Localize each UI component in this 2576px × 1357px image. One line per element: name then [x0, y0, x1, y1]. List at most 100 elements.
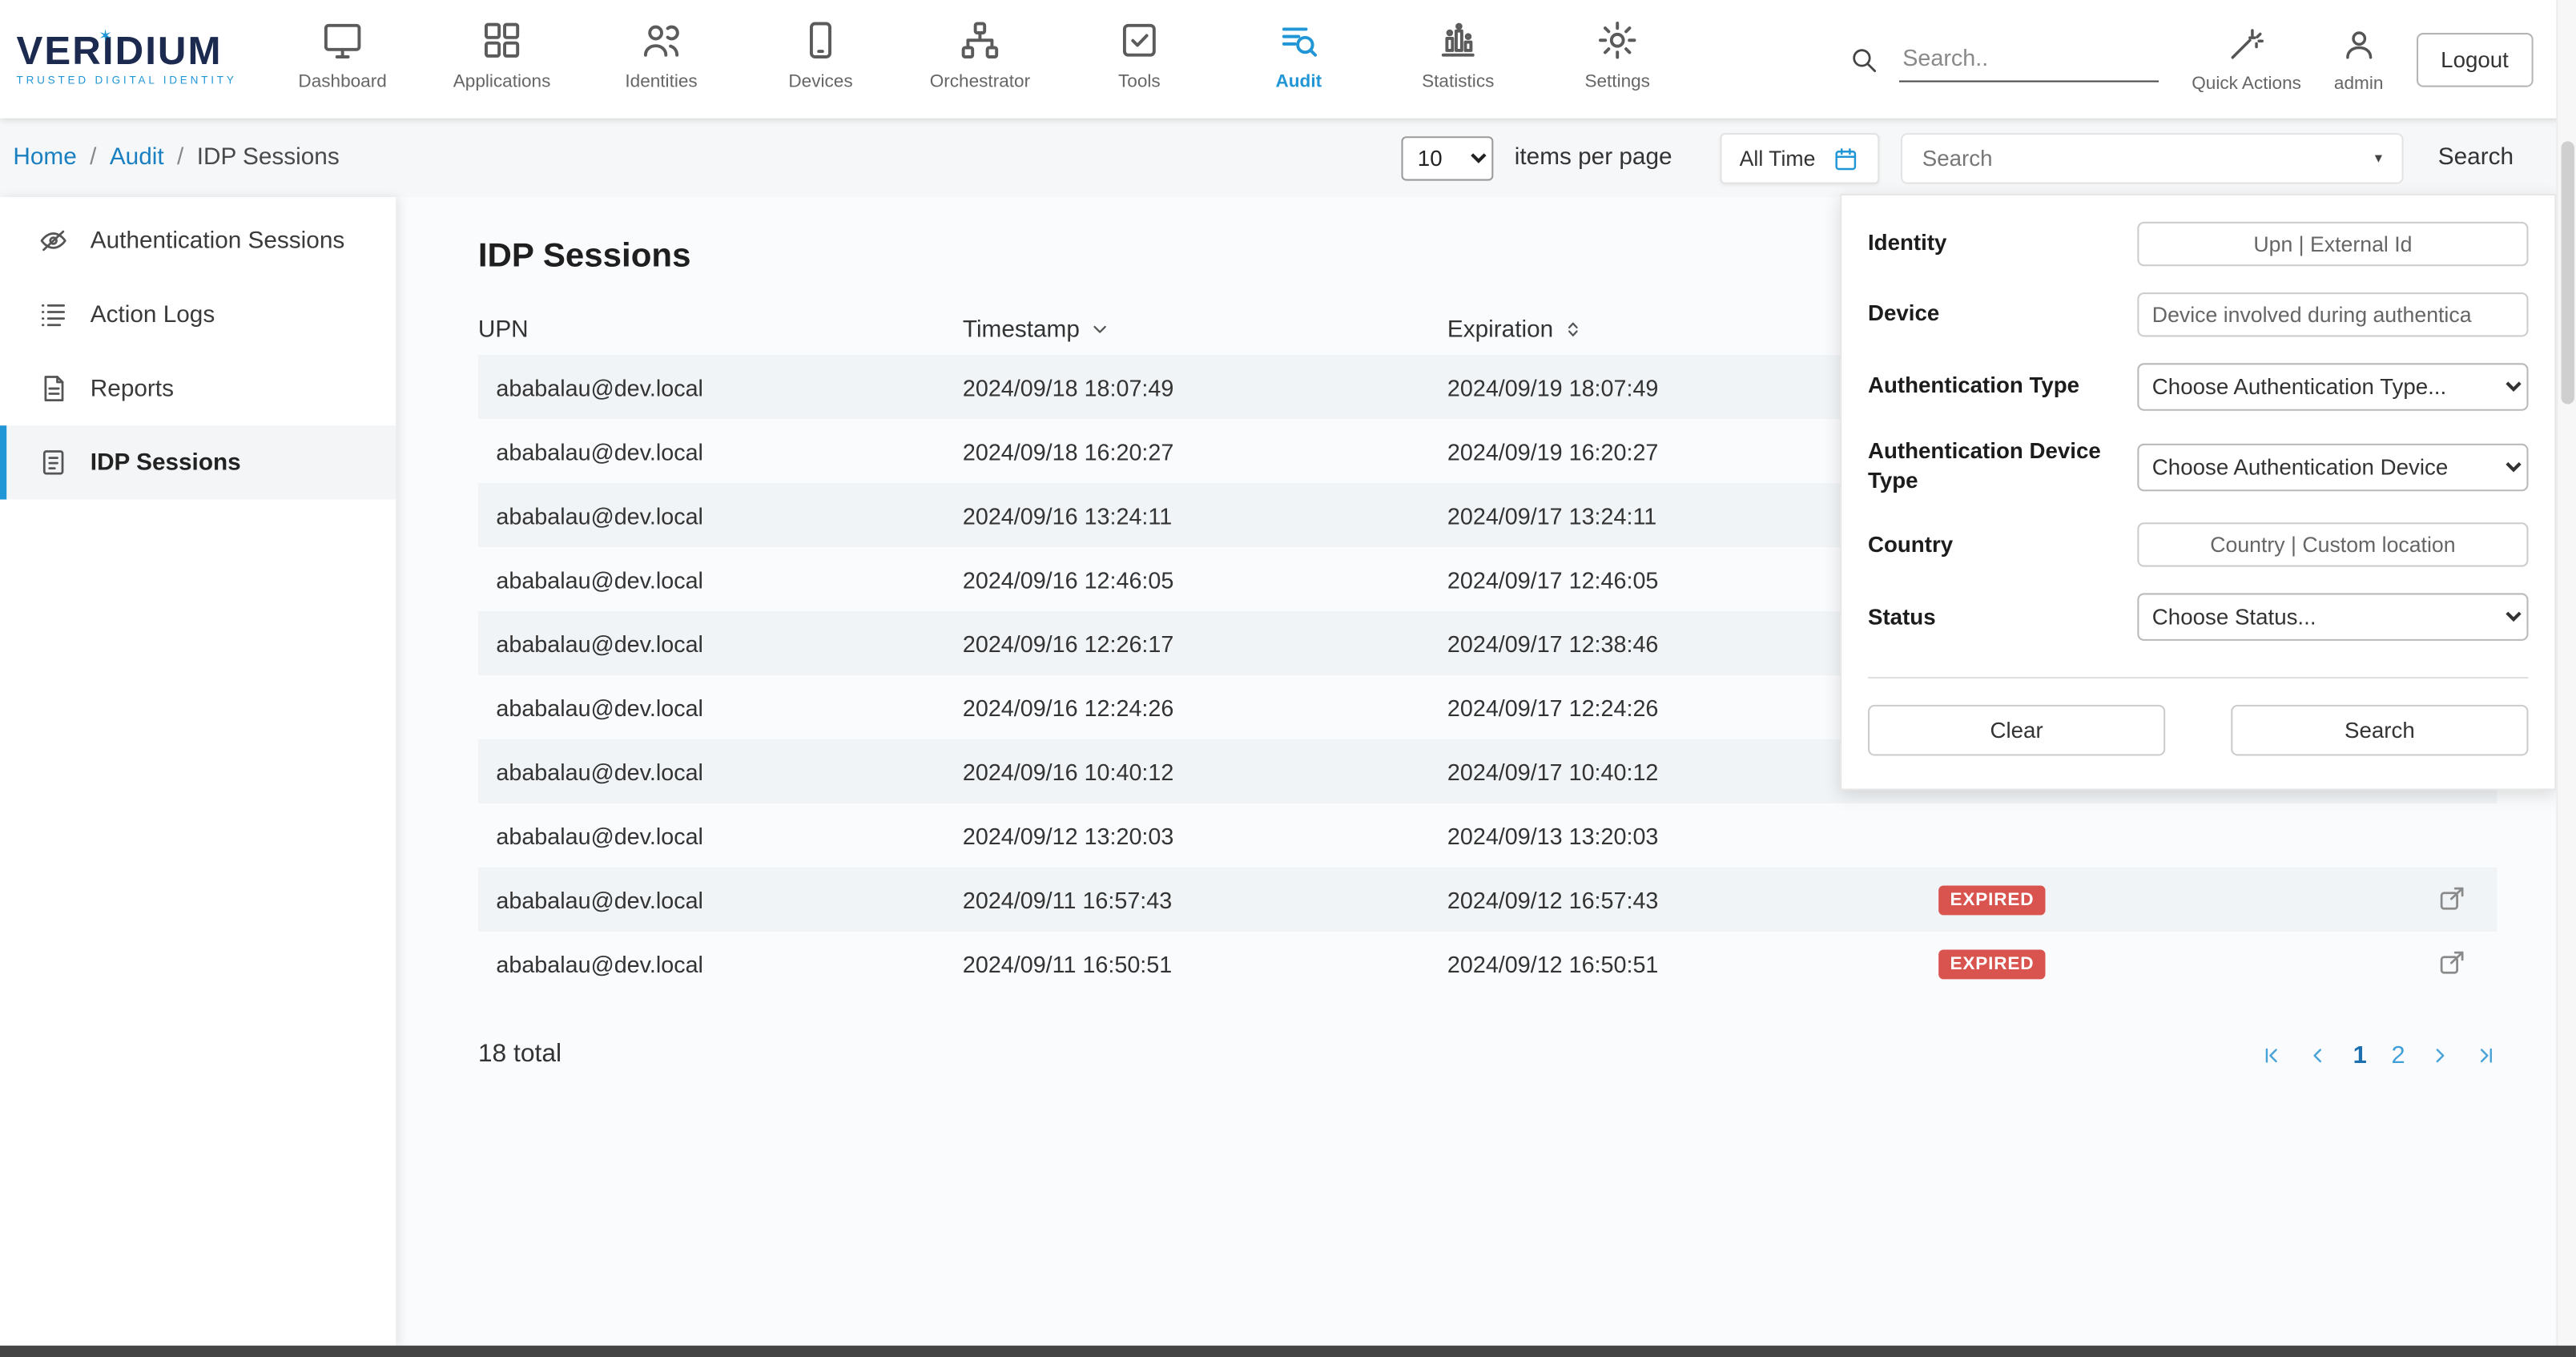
scrollbar-thumb[interactable] [2562, 141, 2574, 404]
cell-timestamp: 2024/09/18 16:20:27 [963, 438, 1447, 465]
user-icon [2339, 25, 2378, 64]
brand-tagline: TRUSTED DIGITAL IDENTITY [17, 74, 264, 86]
nav-item-orchestrator[interactable]: Orchestrator [900, 0, 1060, 119]
nav-label-identities: Identities [625, 72, 697, 92]
authentication-device-type-select[interactable]: Choose Authentication Device [2137, 443, 2528, 490]
calendar-icon [1832, 143, 1860, 171]
cell-upn: ababalau@dev.local [478, 823, 963, 849]
authentication-type-select[interactable]: Choose Authentication Type... [2137, 363, 2528, 410]
identity-label: Identity [1868, 229, 2127, 259]
nav-item-applications[interactable]: Applications [422, 0, 582, 119]
status-select[interactable]: Choose Status... [2137, 594, 2528, 641]
sidebar-item-reports[interactable]: Reports [0, 352, 396, 425]
cell-upn: ababalau@dev.local [478, 566, 963, 593]
panel-actions: Clear Search [1868, 706, 2529, 757]
identities-icon [639, 18, 683, 62]
cell-action [2398, 884, 2497, 915]
cell-timestamp: 2024/09/16 10:40:12 [963, 759, 1447, 785]
breadcrumb-audit[interactable]: Audit [110, 144, 164, 171]
nav-label-devices: Devices [788, 72, 852, 92]
nav-item-devices[interactable]: Devices [741, 0, 900, 119]
identity-input[interactable] [2137, 222, 2528, 266]
magic-wand-icon [2227, 25, 2266, 64]
column-header-upn[interactable]: UPN [478, 316, 963, 343]
cell-upn: ababalau@dev.local [478, 630, 963, 657]
filter-field-authentication-type: Authentication Type Choose Authenticatio… [1868, 363, 2529, 410]
clear-button[interactable]: Clear [1868, 706, 2165, 757]
nav-item-tools[interactable]: Tools [1060, 0, 1219, 119]
panel-search-button[interactable]: Search [2231, 706, 2528, 757]
cell-status: EXPIRED [1938, 884, 2398, 915]
cell-upn: ababalau@dev.local [478, 374, 963, 401]
pagination-page-2[interactable]: 2 [2392, 1041, 2405, 1069]
chevron-down-icon[interactable]: ▾ [2375, 149, 2382, 167]
breadcrumb-separator: / [90, 144, 96, 171]
nav-item-settings[interactable]: Settings [1538, 0, 1697, 119]
breadcrumb: Home/Audit/IDP Sessions [13, 144, 339, 171]
device-label: Device [1868, 300, 2127, 329]
authentication-device-type-label: Authentication Device Type [1868, 437, 2127, 497]
country-label: Country [1868, 530, 2127, 560]
cell-timestamp: 2024/09/16 12:24:26 [963, 695, 1447, 721]
table-row: ababalau@dev.local 2024/09/11 16:57:43 2… [478, 868, 2498, 932]
logout-button[interactable]: Logout [2416, 32, 2533, 87]
search-button[interactable]: Search [2425, 138, 2526, 177]
breadcrumb-home[interactable]: Home [13, 144, 76, 171]
devices-icon [799, 18, 843, 62]
total-count: 18 total [478, 1040, 561, 1069]
vertical-scrollbar[interactable] [2556, 0, 2576, 1346]
nav-item-statistics[interactable]: Statistics [1379, 0, 1538, 119]
global-search-input[interactable] [1899, 37, 2159, 81]
table-search[interactable]: ▾ [1901, 132, 2404, 183]
column-label-expiration: Expiration [1447, 316, 1553, 343]
country-input[interactable] [2137, 523, 2528, 567]
table-footer: 18 total 12 [478, 1040, 2498, 1069]
authentication-type-label: Authentication Type [1868, 372, 2127, 401]
pagination-next-button[interactable] [2429, 1044, 2451, 1065]
tools-icon [1117, 18, 1161, 62]
veridium-logo[interactable]: VERIDIUM ✶ TRUSTED DIGITAL IDENTITY [0, 32, 263, 87]
sidebar-item-authentication-sessions[interactable]: Authentication Sessions [0, 203, 396, 277]
cell-expiration: 2024/09/13 13:20:03 [1447, 823, 1938, 849]
nav-item-audit[interactable]: Audit [1219, 0, 1379, 119]
device-input[interactable] [2137, 292, 2528, 336]
cell-action [2398, 948, 2497, 979]
pagination-page-1[interactable]: 1 [2353, 1041, 2367, 1069]
action-logs-icon [38, 299, 69, 330]
open-session-details-icon[interactable] [2437, 948, 2468, 979]
pagination-first-button[interactable] [2261, 1044, 2283, 1065]
items-per-page-label: items per page [1515, 144, 1672, 171]
cell-timestamp: 2024/09/11 16:57:43 [963, 887, 1447, 913]
top-nav: VERIDIUM ✶ TRUSTED DIGITAL IDENTITY Dash… [0, 0, 2576, 119]
nav-label-orchestrator: Orchestrator [930, 72, 1030, 92]
sidebar-label-authentication-sessions: Authentication Sessions [91, 228, 344, 254]
nav-item-identities[interactable]: Identities [582, 0, 741, 119]
nav-label-settings: Settings [1584, 72, 1650, 92]
nav-label-dashboard: Dashboard [298, 72, 386, 92]
table-search-input[interactable] [1922, 146, 2375, 171]
time-filter-button[interactable]: All Time [1720, 132, 1879, 183]
sort-both-icon [1565, 320, 1584, 339]
cell-upn: ababalau@dev.local [478, 502, 963, 529]
sidebar-item-idp-sessions[interactable]: IDP Sessions [0, 425, 396, 499]
quick-actions-button[interactable]: Quick Actions [2192, 25, 2301, 94]
filter-field-status: Status Choose Status... [1868, 594, 2529, 641]
orchestrator-icon [958, 18, 1002, 62]
sidebar-label-reports: Reports [91, 376, 174, 402]
bottom-edge-bar [0, 1346, 2576, 1357]
user-menu[interactable]: admin [2334, 25, 2383, 94]
sidebar-item-action-logs[interactable]: Action Logs [0, 278, 396, 352]
statistics-icon [1436, 18, 1480, 62]
pagination-last-button[interactable] [2476, 1044, 2498, 1065]
column-label-upn: UPN [478, 316, 529, 343]
applications-icon [480, 18, 524, 62]
global-search[interactable] [1849, 37, 2159, 81]
sidebar-label-action-logs: Action Logs [91, 301, 215, 328]
list-controls: 10 items per page All Time ▾ Search [1401, 132, 2526, 183]
column-header-timestamp[interactable]: Timestamp [963, 316, 1447, 343]
pagination-prev-button[interactable] [2307, 1044, 2328, 1065]
nav-item-dashboard[interactable]: Dashboard [263, 0, 422, 119]
page-size-select[interactable]: 10 [1401, 135, 1493, 179]
cell-upn: ababalau@dev.local [478, 695, 963, 721]
open-session-details-icon[interactable] [2437, 884, 2468, 915]
